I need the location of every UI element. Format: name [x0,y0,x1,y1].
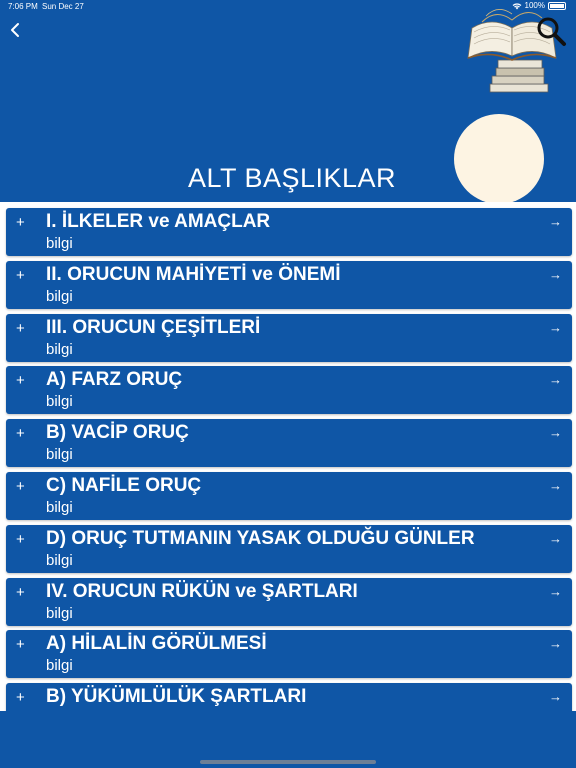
list-item-subtitle: bilgi [46,551,73,569]
list-item[interactable]: + B) VACİP ORUÇ bilgi → [6,419,572,468]
list-item[interactable]: + D) ORUÇ TUTMANIN YASAK OLDUĞU GÜNLER bil… [6,524,572,573]
expand-plus-icon[interactable]: + [16,584,25,601]
back-button[interactable] [4,18,26,42]
arrow-right-icon[interactable]: → [549,689,562,704]
expand-plus-icon[interactable]: + [16,636,25,653]
status-date: Sun Dec 27 [42,2,84,11]
search-button[interactable] [534,14,568,48]
arrow-right-icon[interactable]: → [549,584,562,599]
list-item-subtitle: bilgi [46,393,73,411]
arrow-right-icon[interactable]: → [549,425,562,440]
list-item-title: C) NAFİLE ORUÇ [46,475,202,496]
arrow-right-icon[interactable]: → [549,320,562,335]
list-item-title: IV. ORUCUN RÜKÜN ve ŞARTLARI [46,580,358,602]
arrow-right-icon[interactable]: → [549,531,562,546]
expand-plus-icon[interactable]: + [16,267,25,284]
list-item-subtitle: bilgi [46,604,73,622]
chevron-left-icon [11,23,19,37]
expand-plus-icon[interactable]: + [16,425,25,442]
list-item[interactable]: + III. ORUCUN ÇEŞİTLERİ bilgi → [6,313,572,362]
list-item-subtitle: bilgi [46,287,73,305]
list-item[interactable]: + II. ORUCUN MAHİYETİ ve ÖNEMİ bilgi → [6,260,572,309]
topic-list[interactable]: + I. İLKELER ve AMAÇLAR bilgi → + II. ORUCUN … [0,202,576,711]
expand-plus-icon[interactable]: + [16,372,25,389]
list-item-subtitle: bilgi [46,499,73,516]
status-time: 7:06 PM [8,2,38,11]
list-item-subtitle: bilgi [46,235,73,252]
list-item[interactable]: + IV. ORUCUN RÜKÜN ve ŞARTLARI bilgi → [6,577,572,626]
home-indicator [200,760,376,764]
expand-plus-icon[interactable]: + [16,478,25,495]
list-item-subtitle: bilgi [46,340,73,358]
expand-plus-icon[interactable]: + [16,689,25,706]
list-item-title: I. İLKELER ve AMAÇLAR [46,211,271,232]
list-item-subtitle: bilgi [46,710,73,711]
expand-plus-icon[interactable]: + [16,531,25,548]
list-item-title: B) YÜKÜMLÜLÜK ŞARTLARI [46,686,307,708]
expand-plus-icon[interactable]: + [16,214,25,231]
list-item-title: A) FARZ ORUÇ [46,369,183,391]
list-item-subtitle: bilgi [46,657,73,675]
magnifier-icon [537,17,566,46]
list-item-title: II. ORUCUN MAHİYETİ ve ÖNEMİ [46,263,341,285]
list-item[interactable]: + C) NAFİLE ORUÇ bilgi → [6,472,572,520]
page-title: ALT BAŞLIKLAR [187,163,397,193]
list-item-title: A) HİLALİN GÖRÜLMESİ [46,633,267,655]
list-item-subtitle: bilgi [46,446,73,464]
list-item[interactable]: + A) HİLALİN GÖRÜLMESİ bilgi → [6,630,572,679]
arrow-right-icon[interactable]: → [549,636,562,651]
arrow-right-icon[interactable]: → [549,267,562,282]
list-item[interactable]: + A) FARZ ORUÇ bilgi → [6,366,572,415]
arrow-right-icon[interactable]: → [549,214,562,229]
list-item-title: D) ORUÇ TUTMANIN YASAK OLDUĞU GÜNLER [46,527,475,549]
arrow-right-icon[interactable]: → [549,372,562,387]
list-item-title: III. ORUCUN ÇEŞİTLERİ [46,316,261,338]
list-item-title: B) VACİP ORUÇ [46,422,189,444]
list-item[interactable]: + I. İLKELER ve AMAÇLAR bilgi → [6,208,572,256]
arrow-right-icon[interactable]: → [549,478,562,493]
expand-plus-icon[interactable]: + [16,320,25,337]
list-item[interactable]: + B) YÜKÜMLÜLÜK ŞARTLARI bilgi → [6,683,572,711]
